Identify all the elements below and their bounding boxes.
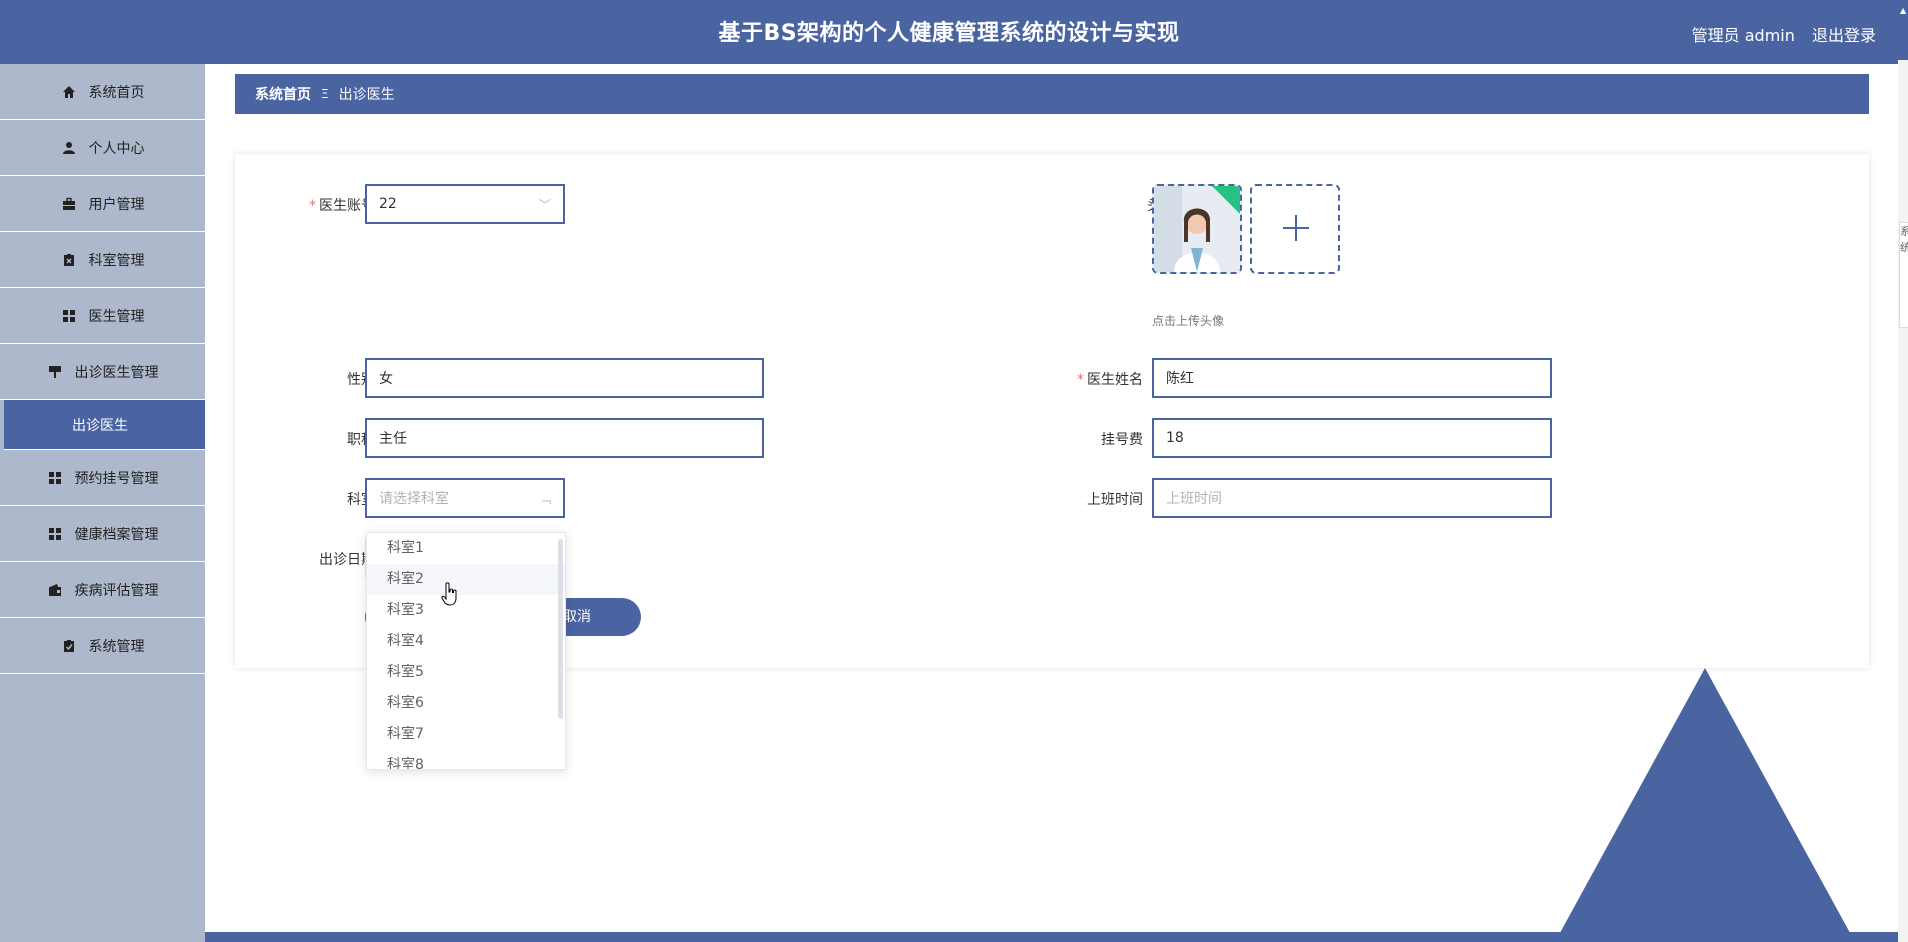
- sidebar-item-label: 系统管理: [88, 638, 145, 655]
- sidebar-item-label: 系统首页: [88, 84, 145, 101]
- sidebar-item-departments[interactable]: 科室管理: [0, 232, 205, 288]
- doctor-name-value: 陈红: [1166, 371, 1194, 387]
- sidebar-item-visiting-doctor-mgmt[interactable]: 出诊医生管理: [0, 344, 205, 400]
- dropdown-option[interactable]: 科室7: [367, 719, 565, 750]
- breadcrumb: 系统首页 Ξ 出诊医生: [235, 74, 1869, 114]
- sidebar-item-label: 医生管理: [88, 308, 145, 325]
- gender-label: 性别: [347, 372, 375, 388]
- grid-icon: [47, 470, 63, 486]
- footer-bar: [205, 932, 1898, 942]
- sidebar-item-label: 健康档案管理: [74, 526, 159, 543]
- department-dropdown: 科室1 科室2 科室3 科室4 科室5 科室6 科室7 科室8: [366, 532, 566, 770]
- sidebar-item-users[interactable]: 用户管理: [0, 176, 205, 232]
- sidebar-item-profile[interactable]: 个人中心: [0, 120, 205, 176]
- signpost-icon: [47, 364, 63, 380]
- sidebar-item-label: 出诊医生管理: [74, 364, 159, 381]
- doctor-name-label-text: 医生姓名: [1087, 372, 1143, 388]
- dropdown-option[interactable]: 科室8: [367, 750, 565, 769]
- doctor-photo-icon: [1154, 186, 1240, 272]
- work-time-label: 上班时间: [1087, 492, 1143, 508]
- briefcase-icon: [61, 196, 77, 212]
- sidebar-item-home[interactable]: 系统首页: [0, 64, 205, 120]
- required-mark: *: [1077, 372, 1084, 388]
- wallet-icon: [47, 582, 63, 598]
- sidebar-item-label: 科室管理: [88, 252, 145, 269]
- visit-date-label: 出诊日期: [319, 552, 375, 568]
- gender-value: 女: [379, 371, 393, 387]
- fee-value: 18: [1166, 430, 1184, 446]
- dropdown-option[interactable]: 科室1: [367, 533, 565, 564]
- dropdown-scrollbar[interactable]: [558, 539, 563, 719]
- avatar-image[interactable]: [1152, 184, 1242, 274]
- app-title: 基于BS架构的个人健康管理系统的设计与实现: [718, 21, 1180, 46]
- clipboard-x-icon: [61, 252, 77, 268]
- fee-label: 挂号费: [1101, 432, 1143, 448]
- scrollbar-thumb[interactable]: ▲: [1898, 0, 1908, 60]
- required-mark: *: [309, 198, 316, 214]
- sidebar: 系统首页 个人中心 用户管理 科室管理 医生管理 出诊医生管理 出诊医生 预约挂…: [0, 64, 205, 942]
- dropdown-option[interactable]: 科室3: [367, 595, 565, 626]
- department-select[interactable]: 请选择科室 ﹁: [365, 478, 565, 518]
- chevron-down-icon: ﹀: [538, 198, 551, 212]
- top-bar: 基于BS架构的个人健康管理系统的设计与实现 管理员 admin 退出登录: [0, 0, 1898, 64]
- dropdown-option[interactable]: 科室5: [367, 657, 565, 688]
- breadcrumb-home[interactable]: 系统首页: [255, 84, 311, 104]
- dropdown-option[interactable]: 科室2: [367, 564, 565, 595]
- grid-icon: [47, 526, 63, 542]
- sidebar-subitem-visiting-doctor[interactable]: 出诊医生: [4, 400, 205, 450]
- hand-cursor-icon: [441, 582, 457, 606]
- gender-input[interactable]: 女: [365, 358, 764, 398]
- department-placeholder: 请选择科室: [379, 491, 449, 507]
- fee-input[interactable]: 18: [1152, 418, 1552, 458]
- work-time-placeholder: 上班时间: [1166, 491, 1222, 507]
- doctor-account-label: * 医生账号: [255, 195, 375, 215]
- sidebar-item-label: 用户管理: [88, 196, 145, 213]
- upload-hint: 点击上传头像: [1152, 314, 1225, 328]
- chevron-up-icon: ﹁: [538, 492, 551, 506]
- avatar-upload-button[interactable]: [1250, 184, 1340, 274]
- sidebar-item-disease-assessment[interactable]: 疾病评估管理: [0, 562, 205, 618]
- sidebar-item-health-records[interactable]: 健康档案管理: [0, 506, 205, 562]
- doctor-name-label: * 医生姓名: [1035, 369, 1143, 389]
- breadcrumb-current: 出诊医生: [338, 87, 395, 103]
- sidebar-item-doctors[interactable]: 医生管理: [0, 288, 205, 344]
- doctor-account-select[interactable]: 22 ﹀: [365, 184, 565, 224]
- home-icon: [61, 84, 77, 100]
- sidebar-subitem-label: 出诊医生: [72, 417, 128, 434]
- edge-popover: 系统: [1899, 222, 1908, 328]
- work-time-input[interactable]: 上班时间: [1152, 478, 1552, 518]
- doctor-name-input[interactable]: 陈红: [1152, 358, 1552, 398]
- dropdown-option[interactable]: 科室4: [367, 626, 565, 657]
- title-input[interactable]: 主任: [365, 418, 764, 458]
- sidebar-item-label: 疾病评估管理: [74, 582, 159, 599]
- grid-icon: [61, 308, 77, 324]
- sidebar-item-appointments[interactable]: 预约挂号管理: [0, 450, 205, 506]
- clipboard-check-icon: [61, 638, 77, 654]
- user-icon: [61, 140, 77, 156]
- dropdown-option[interactable]: 科室6: [367, 688, 565, 719]
- user-area: 管理员 admin 退出登录: [1680, 22, 1876, 46]
- sidebar-item-label: 个人中心: [88, 140, 145, 157]
- edge-popover-text: 系统: [1900, 225, 1908, 254]
- admin-user-label: 管理员 admin: [1691, 26, 1795, 45]
- logout-link[interactable]: 退出登录: [1812, 26, 1876, 45]
- doctor-account-value: 22: [379, 196, 397, 212]
- decorative-triangle: [1555, 668, 1855, 942]
- plus-icon: [1283, 215, 1309, 241]
- title-label: 职称: [347, 432, 375, 448]
- breadcrumb-separator: Ξ: [321, 87, 329, 101]
- sidebar-item-label: 预约挂号管理: [74, 470, 159, 487]
- page-scrollbar[interactable]: ▲ 系统: [1898, 0, 1908, 942]
- sidebar-item-system[interactable]: 系统管理: [0, 618, 205, 674]
- scroll-up-arrow-icon[interactable]: ▲: [1900, 6, 1906, 15]
- title-value: 主任: [379, 431, 407, 447]
- department-label: 科室: [347, 492, 375, 508]
